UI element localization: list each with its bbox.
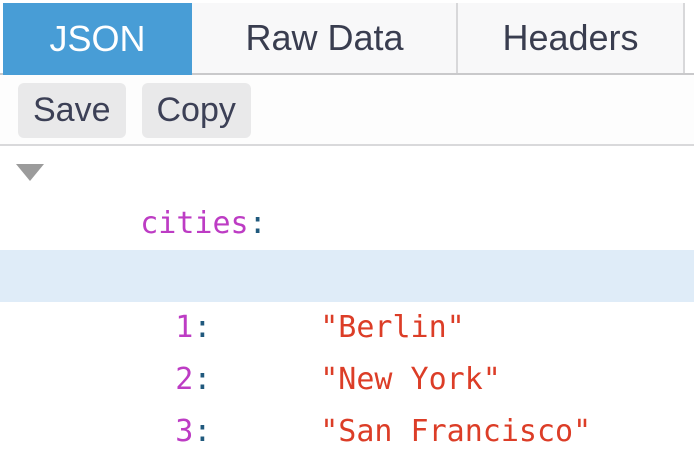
tab-json[interactable]: JSON xyxy=(3,3,192,75)
tree-row[interactable]: 4:"Tokyo" xyxy=(0,406,694,458)
tree-row[interactable]: 1: "Berlin" xyxy=(0,250,694,345)
tree-row-cities[interactable]: cities: xyxy=(0,146,694,241)
tab-separator xyxy=(456,3,458,73)
tab-separator xyxy=(683,3,685,73)
save-button[interactable]: Save xyxy=(18,83,126,138)
tab-headers[interactable]: Headers xyxy=(458,3,683,73)
copy-button[interactable]: Copy xyxy=(141,83,251,138)
expand-arrow-icon[interactable] xyxy=(16,164,44,181)
tab-bar: JSON Raw Data Headers xyxy=(0,0,694,75)
tree-row[interactable]: 2: "New York" xyxy=(0,302,694,397)
tree-row[interactable]: 0:"Amsterdam" xyxy=(0,198,694,293)
tree-row[interactable]: 3: "San Francisco" xyxy=(0,354,694,449)
json-toolbar: Save Copy xyxy=(0,75,694,146)
json-tree: cities: 0:"Amsterdam" 1:"Berlin" 2:"New … xyxy=(0,146,694,466)
tab-raw-data[interactable]: Raw Data xyxy=(192,3,457,73)
